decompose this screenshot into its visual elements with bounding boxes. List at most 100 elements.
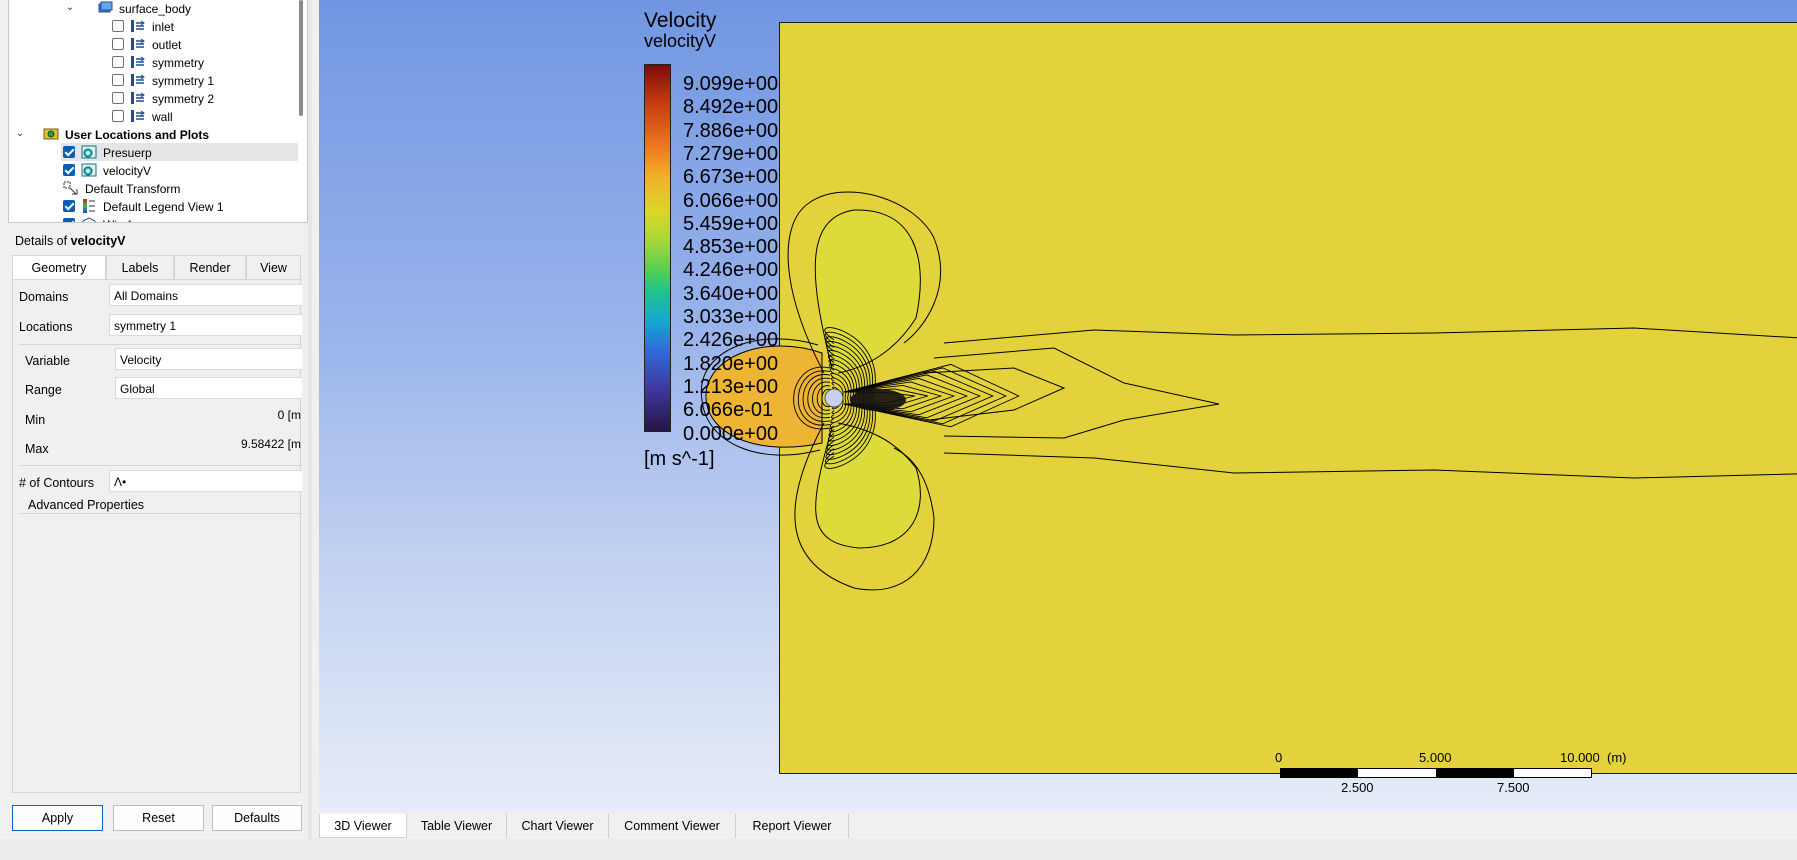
chevron-down-icon[interactable]: ⌄ <box>13 125 27 143</box>
tree-item[interactable]: Wireframe <box>63 215 158 222</box>
locations-field[interactable]: symmetry 1 <box>109 314 302 336</box>
tree-item[interactable]: inlet <box>112 17 174 35</box>
tree-item[interactable]: symmetry 1 <box>112 71 214 89</box>
boundary-icon <box>130 73 146 87</box>
apply-button[interactable]: Apply <box>12 805 103 831</box>
tree-item-label: wall <box>152 109 173 124</box>
reset-button[interactable]: Reset <box>113 805 204 831</box>
max-label: Max <box>25 442 49 456</box>
visibility-checkbox[interactable] <box>63 145 75 158</box>
tree-item-label: Default Legend View 1 <box>103 199 224 214</box>
visibility-checkbox[interactable] <box>112 19 124 32</box>
tree-item-label: Presuerp <box>103 145 152 160</box>
locations-label: Locations <box>19 320 73 334</box>
min-label: Min <box>25 413 46 427</box>
tree-item[interactable]: velocityV <box>63 161 151 179</box>
details-prefix: Details of <box>15 234 71 248</box>
legend-tick-label: 3.033e+00 <box>683 306 779 328</box>
viewer-tab-bar: 3D Viewer Table Viewer Chart Viewer Comm… <box>319 812 1797 839</box>
defaults-button[interactable]: Defaults <box>212 805 302 831</box>
variable-field[interactable]: Velocity <box>115 348 302 370</box>
scale-label-5: 5.000 <box>1419 750 1452 765</box>
tab-render[interactable]: Render <box>174 255 246 279</box>
legend-tick-label: 3.640e+00 <box>683 282 779 305</box>
legend-color-bar <box>644 64 671 432</box>
tree-item-label: Default Transform <box>85 181 181 196</box>
transform-icon <box>63 181 79 195</box>
legend-tick-label: 0.000e+00 <box>683 422 779 445</box>
domains-field[interactable]: All Domains <box>109 284 302 306</box>
visibility-checkbox[interactable] <box>112 73 124 86</box>
contours-field[interactable]: Λ• <box>109 470 302 492</box>
tree-item[interactable]: Presuerp <box>61 143 298 161</box>
divider <box>19 344 302 345</box>
tab-chart-viewer[interactable]: Chart Viewer <box>507 814 609 838</box>
contours-label: # of Contours <box>19 476 95 490</box>
tab-3d-viewer[interactable]: 3D Viewer <box>319 814 407 838</box>
tree-item-label: symmetry <box>152 55 204 70</box>
tree-item[interactable]: Default Transform <box>63 179 180 197</box>
wireframe-icon <box>81 217 97 222</box>
visibility-checkbox[interactable] <box>112 55 124 68</box>
divider <box>19 465 302 466</box>
tree-item-label: surface_body <box>119 1 192 16</box>
visibility-checkbox[interactable] <box>112 91 124 104</box>
tab-comment-viewer[interactable]: Comment Viewer <box>609 814 736 838</box>
scale-label-2-5: 2.500 <box>1341 780 1374 795</box>
tree-item-label: symmetry 1 <box>152 73 215 88</box>
legend-units: [m s^-1] <box>644 448 715 470</box>
domains-label: Domains <box>19 290 69 304</box>
legend-tick-label: 1.213e+00 <box>683 375 779 398</box>
legend-tick-label: 6.066e-01 <box>683 399 774 422</box>
range-label: Range <box>25 383 62 397</box>
boundary-icon <box>130 91 146 105</box>
details-tabs: Geometry Labels Render View <box>12 255 301 279</box>
legend-tick-label: 4.246e+00 <box>683 259 779 282</box>
tree-item[interactable]: wall <box>112 107 173 125</box>
legend-tick-label: 2.426e+00 <box>683 329 779 352</box>
tab-geometry[interactable]: Geometry <box>12 255 106 279</box>
contour-icon <box>81 145 97 159</box>
3d-viewer-canvas[interactable]: Velocity velocityV 9.099e+00 8.492e+00 7.8… <box>319 0 1797 812</box>
visibility-checkbox[interactable] <box>112 109 124 122</box>
legend-tick-label: 4.853e+00 <box>683 236 779 259</box>
tree-item-label: inlet <box>152 19 175 34</box>
outline-tree[interactable]: ⌄ surface_bodyinlet outlet symmetry symmetry… <box>8 0 308 223</box>
chevron-down-icon[interactable]: ⌄ <box>63 0 77 17</box>
panel-splitter[interactable] <box>308 0 312 860</box>
left-panel: ⌄ surface_bodyinlet outlet symmetry symmetry… <box>0 0 313 860</box>
range-field[interactable]: Global <box>115 377 302 399</box>
tree-scrollbar[interactable] <box>299 0 303 116</box>
velocity-contour-plot <box>700 191 1797 591</box>
legend-tick-label: 8.492e+00 <box>683 96 779 119</box>
surface-body-icon <box>97 1 113 15</box>
tab-table-viewer[interactable]: Table Viewer <box>407 814 507 838</box>
legend-tick-label: 6.066e+00 <box>683 189 779 212</box>
visibility-checkbox[interactable] <box>63 199 75 212</box>
variable-label: Variable <box>25 354 70 368</box>
visibility-checkbox[interactable] <box>63 217 75 222</box>
tree-item[interactable]: symmetry <box>112 53 204 71</box>
visibility-checkbox[interactable] <box>63 163 75 176</box>
geometry-panel: Domains All Domains Locations symmetry 1… <box>12 279 302 793</box>
tree-item-label: Wireframe <box>103 218 158 222</box>
advanced-properties-toggle[interactable]: Advanced Properties <box>28 498 144 512</box>
min-value: 0 [m <box>277 408 301 422</box>
tab-view[interactable]: View <box>246 255 301 279</box>
scale-bar <box>1280 768 1592 778</box>
boundary-icon <box>130 19 146 33</box>
scale-label-7-5: 7.500 <box>1497 780 1530 795</box>
tree-item[interactable]: Default Legend View 1 <box>63 197 224 215</box>
divider <box>19 513 302 514</box>
legend-icon <box>81 198 97 213</box>
tree-item[interactable]: ⌄ User Locations and Plots <box>16 125 210 143</box>
tab-labels[interactable]: Labels <box>106 255 174 279</box>
tree-item-label: User Locations and Plots <box>65 127 210 142</box>
tab-report-viewer[interactable]: Report Viewer <box>736 814 849 838</box>
visibility-checkbox[interactable] <box>112 37 124 50</box>
tree-item[interactable]: symmetry 2 <box>112 89 214 107</box>
details-object-name: velocityV <box>70 234 126 248</box>
tree-item[interactable]: outlet <box>112 35 181 53</box>
tree-item[interactable]: ⌄ surface_body <box>66 0 192 17</box>
legend-tick-label: 1.820e+00 <box>683 352 779 375</box>
